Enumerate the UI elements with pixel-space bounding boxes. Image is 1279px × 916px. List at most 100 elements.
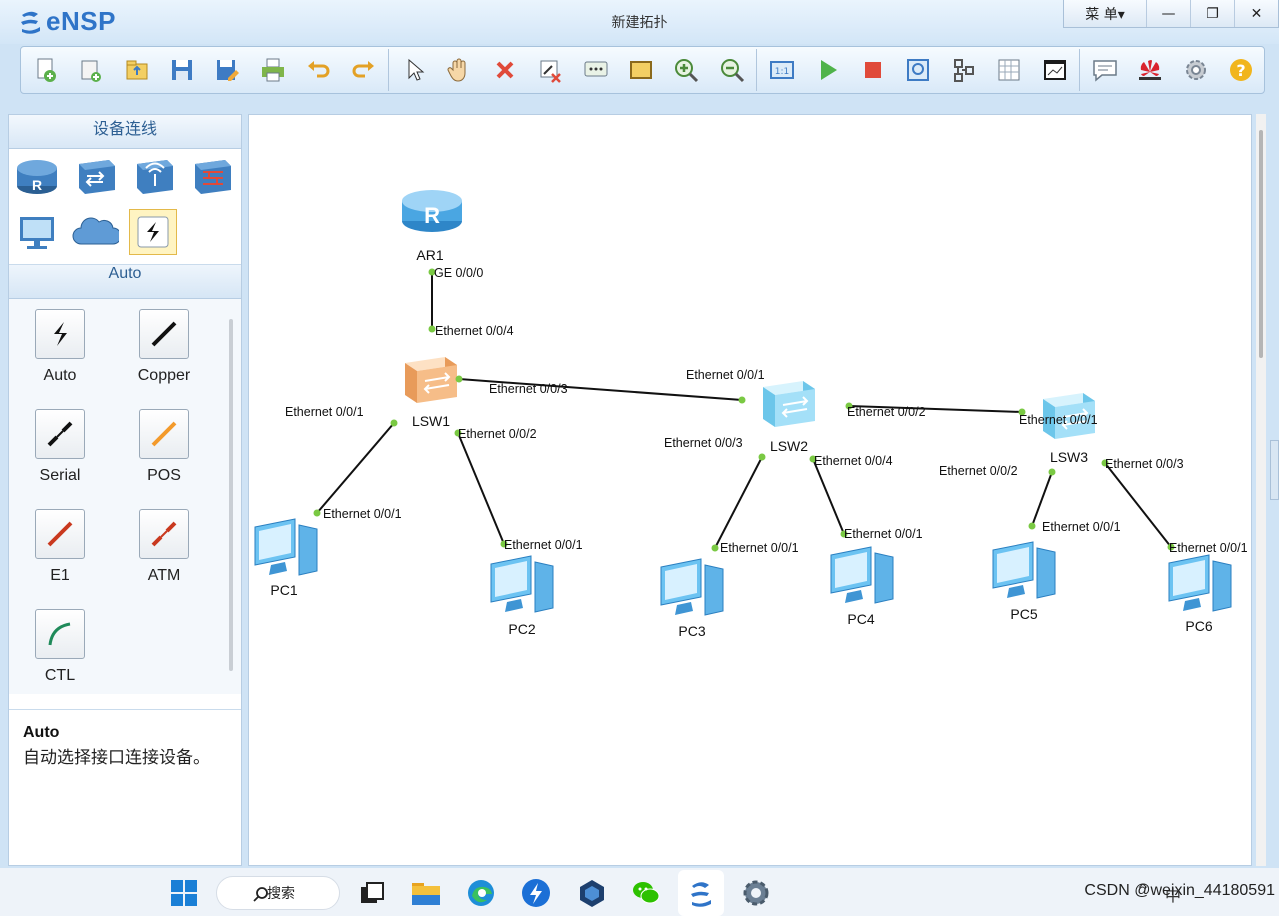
device-lsw2[interactable] [763, 381, 815, 427]
device-pc5[interactable] [992, 541, 1056, 599]
topology-button[interactable] [941, 50, 986, 90]
settings-button[interactable] [1173, 50, 1218, 90]
category-wlan[interactable] [129, 153, 177, 199]
taskbar-search[interactable]: 搜索 [216, 876, 340, 910]
huawei-icon [1139, 60, 1162, 80]
category-terminal[interactable] [13, 209, 61, 255]
link-lsw3-pc6[interactable] [1104, 462, 1172, 548]
chat-button[interactable] [1082, 50, 1127, 90]
help-button[interactable]: ? [1219, 50, 1264, 90]
cable-serial[interactable]: Serial [20, 409, 100, 485]
link-lsw1-pc2[interactable] [457, 432, 505, 545]
ensp-taskbar-button[interactable] [685, 877, 717, 909]
huawei-button[interactable] [1128, 50, 1173, 90]
print-button[interactable] [250, 50, 295, 90]
stop-device-button[interactable] [850, 50, 895, 90]
category-router[interactable]: R [13, 153, 61, 199]
select-button[interactable] [391, 50, 436, 90]
restore-button[interactable]: ❐ [1190, 0, 1234, 27]
redo-button[interactable] [341, 50, 386, 90]
category-switch[interactable] [71, 153, 119, 199]
grid-icon [998, 59, 1020, 81]
task-view-button[interactable] [356, 877, 388, 909]
device-panel-title: 设备连线 [9, 115, 241, 149]
category-firewall[interactable] [187, 153, 235, 199]
port-label: Ethernet 0/0/1 [844, 527, 923, 541]
link-lsw2-pc3[interactable] [714, 456, 763, 549]
close-button[interactable]: ✕ [1234, 0, 1278, 27]
virtualbox-button[interactable] [576, 877, 608, 909]
save-as-icon [217, 60, 240, 81]
delete-button[interactable] [482, 50, 527, 90]
new-topology-button[interactable] [23, 50, 68, 90]
canvas-vertical-scrollbar[interactable] [1256, 114, 1266, 866]
open-button[interactable] [114, 50, 159, 90]
rectangle-button[interactable] [618, 50, 663, 90]
device-pc4[interactable] [830, 546, 894, 604]
thunder-button[interactable] [520, 877, 552, 909]
device-label: LSW2 [770, 438, 808, 454]
port-label: GE 0/0/0 [434, 266, 483, 280]
link-lsw2-pc4[interactable] [812, 458, 845, 535]
edge-button[interactable] [465, 877, 497, 909]
save-button[interactable] [159, 50, 204, 90]
zoom-in-button[interactable] [664, 50, 709, 90]
device-lsw1[interactable] [405, 357, 457, 403]
cable-panel-title: Auto [9, 265, 241, 299]
pan-button[interactable] [437, 50, 482, 90]
cable-auto[interactable]: Auto [20, 309, 100, 385]
switch-icon [79, 160, 115, 194]
wechat-button[interactable] [630, 877, 662, 909]
text-button[interactable] [573, 50, 618, 90]
link-lsw3-pc5[interactable] [1031, 471, 1053, 527]
zoom-out-button[interactable] [709, 50, 754, 90]
new-example-button[interactable] [68, 50, 113, 90]
start-button[interactable] [168, 877, 200, 909]
minimize-button[interactable]: — [1146, 0, 1190, 27]
capture-data-icon [907, 59, 930, 81]
delete-links-button[interactable] [527, 50, 572, 90]
topology-diagram[interactable]: R AR1 LSW1 LSW2 LSW3 PC1 PC2 PC3 PC4 PC5 PC6 GE 0/0… [249, 115, 1252, 866]
toolbar-separator [756, 49, 758, 91]
cable-pos[interactable]: POS [124, 409, 204, 485]
topology-canvas[interactable]: R AR1 LSW1 LSW2 LSW3 PC1 PC2 PC3 PC4 PC5 PC6 GE 0/0… [248, 114, 1252, 866]
settings-taskbar-button[interactable] [740, 877, 772, 909]
cable-list-scrollbar[interactable] [229, 319, 233, 671]
port-label: Ethernet 0/0/2 [458, 427, 537, 441]
cable-ctl[interactable]: CTL [20, 609, 100, 685]
port-indicator [711, 544, 719, 552]
window-controls: 菜 单▾ — ❐ ✕ [1063, 0, 1279, 28]
save-as-button[interactable] [205, 50, 250, 90]
port-indicator [313, 509, 321, 517]
grid-button[interactable] [987, 50, 1032, 90]
title-bar: eNSP 新建拓扑 菜 单▾ — ❐ ✕ [0, 0, 1279, 44]
delete-icon [496, 61, 514, 79]
category-connection[interactable] [129, 209, 177, 255]
device-ar1[interactable]: R [402, 190, 462, 232]
device-pc1[interactable] [254, 518, 318, 576]
device-pc6[interactable] [1168, 554, 1232, 612]
undo-button[interactable] [295, 50, 340, 90]
zoom-in-icon [675, 59, 699, 83]
start-device-button[interactable] [805, 50, 850, 90]
cable-label: Auto [43, 367, 77, 384]
link-lsw1-pc1[interactable] [316, 422, 395, 514]
cable-copper[interactable]: Copper [124, 309, 204, 385]
device-label: PC3 [678, 623, 705, 639]
file-explorer-button[interactable] [410, 877, 442, 909]
cable-e1[interactable]: E1 [20, 509, 100, 585]
device-pc3[interactable] [660, 558, 724, 616]
scrollbar-thumb[interactable] [1259, 130, 1263, 358]
side-collapse-tab[interactable] [1270, 440, 1279, 500]
fit-view-button[interactable]: 1:1 [759, 50, 804, 90]
capture-button[interactable] [896, 50, 941, 90]
firewall-icon [195, 160, 231, 194]
cable-description: Auto 自动选择接口连接设备。 [9, 709, 241, 865]
svg-text:?: ? [1237, 61, 1246, 80]
command-line-button[interactable] [1032, 50, 1077, 90]
device-pc2[interactable] [490, 555, 554, 613]
cable-atm[interactable]: ATM [124, 509, 204, 585]
search-label: 搜索 [267, 886, 295, 902]
menu-button[interactable]: 菜 单▾ [1064, 0, 1146, 27]
category-cloud[interactable] [71, 209, 119, 255]
